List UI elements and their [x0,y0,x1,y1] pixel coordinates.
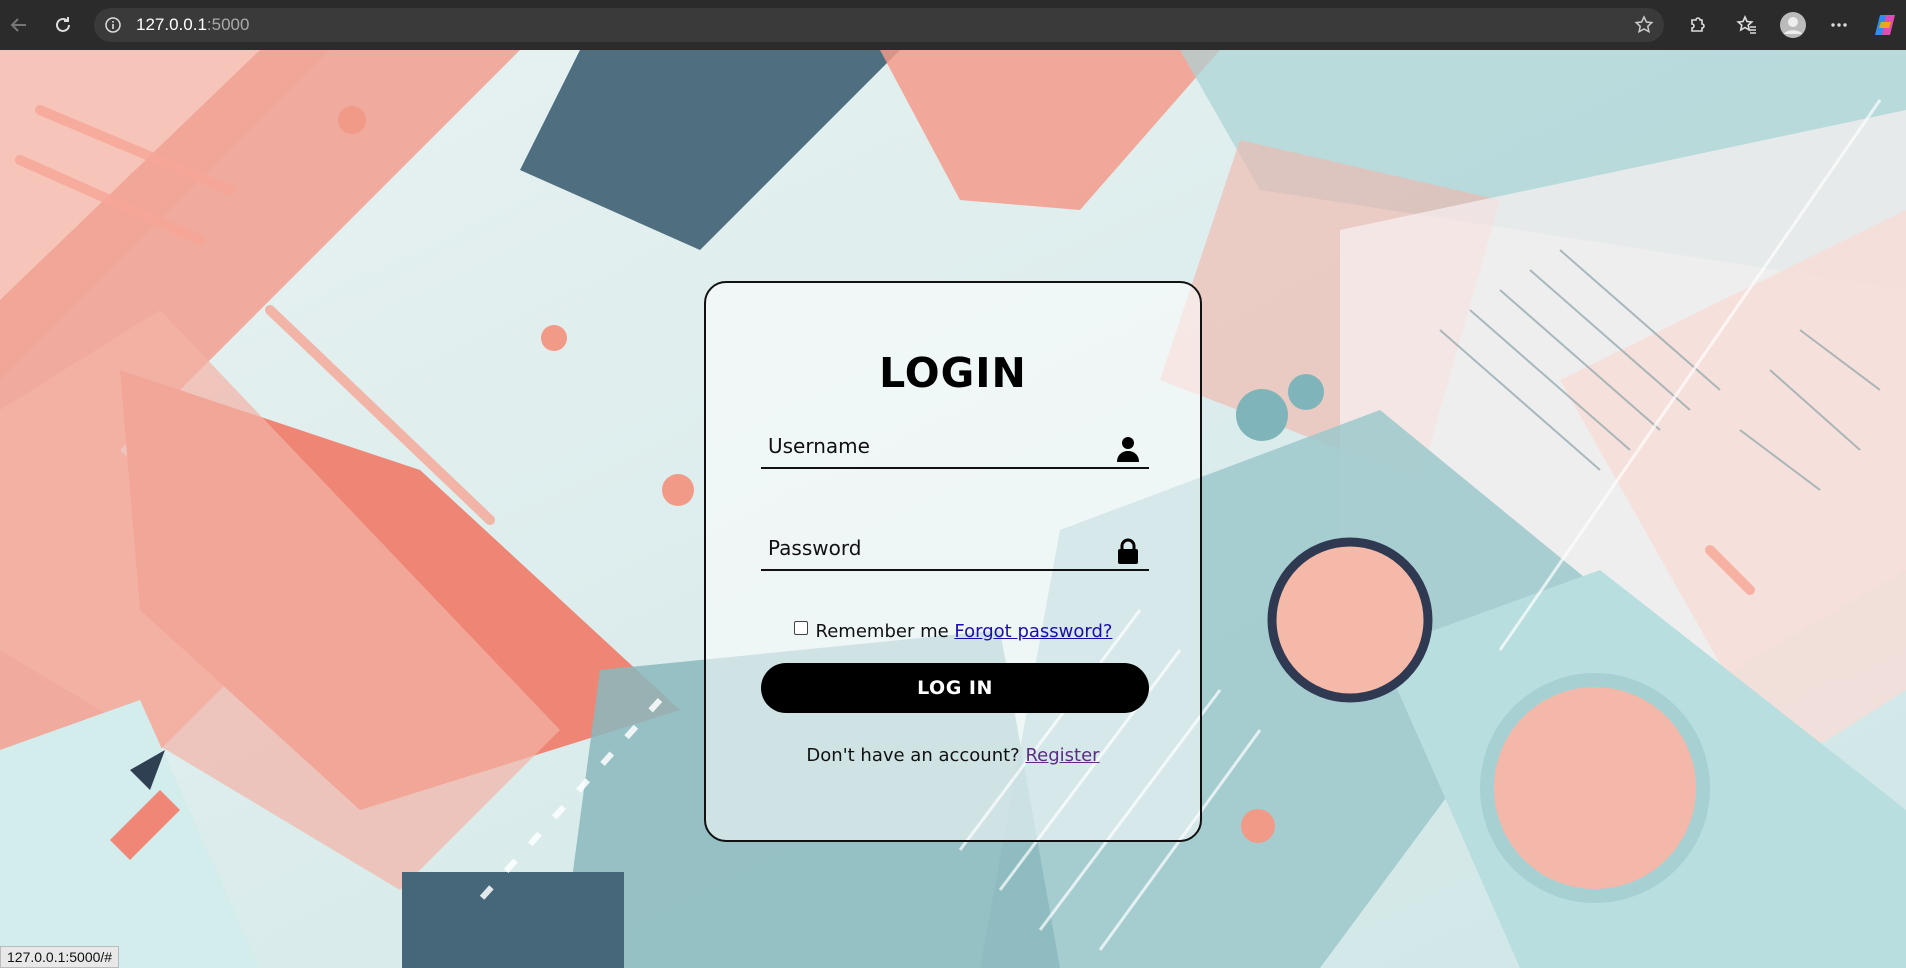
login-card: LOGIN Username Password Remember me Forg… [704,281,1202,842]
address-bar[interactable]: 127.0.0.1:5000 [94,8,1664,42]
reload-icon[interactable] [48,10,78,40]
username-placeholder: Username [768,434,870,458]
star-icon[interactable] [1634,15,1654,40]
login-button[interactable]: LOG IN [761,663,1149,713]
user-icon [1115,435,1141,463]
remember-label: Remember me [815,621,949,642]
favorites-icon[interactable] [1732,10,1762,40]
copilot-icon[interactable] [1870,10,1900,40]
password-placeholder: Password [768,536,862,560]
info-icon[interactable] [104,16,122,39]
password-field[interactable]: Password [761,513,1149,571]
url-host: 127.0.0.1 [136,15,207,34]
extensions-icon[interactable] [1682,10,1712,40]
username-field[interactable]: Username [761,411,1149,469]
url-text: 127.0.0.1:5000 [136,15,249,35]
url-port: :5000 [206,15,250,34]
status-bar-url: 127.0.0.1:5000/# [0,946,120,968]
remember-checkbox[interactable] [793,621,808,635]
browser-toolbar: 127.0.0.1:5000 [0,0,1906,50]
lock-icon [1115,537,1141,565]
register-prompt: Don't have an account? [806,745,1020,766]
back-icon[interactable] [4,10,34,40]
page-background: LOGIN Username Password Remember me Forg… [0,50,1906,968]
forgot-password-link[interactable]: Forgot password? [954,621,1112,642]
login-title: LOGIN [879,349,1027,397]
register-link[interactable]: Register [1025,745,1099,766]
register-row: Don't have an account? Register [706,745,1200,766]
more-icon[interactable] [1824,10,1854,40]
remember-row: Remember me Forgot password? [706,621,1200,642]
profile-icon[interactable] [1778,10,1808,40]
